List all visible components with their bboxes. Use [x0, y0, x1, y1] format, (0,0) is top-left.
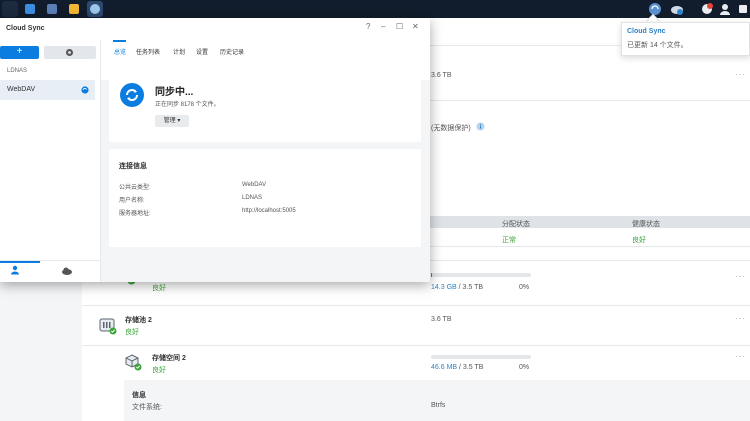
- filesystem-value: Btrfs: [431, 402, 446, 409]
- volume-1-usage: 14.3 GB / 3.5 TB: [431, 284, 484, 291]
- sidebar: + LDNAS WebDAV: [0, 40, 101, 282]
- filesystem-label: 文件系统:: [132, 404, 162, 411]
- cloud-tab-icon[interactable]: [61, 266, 73, 275]
- health-status-value: 良好: [632, 237, 646, 244]
- gear-icon: [66, 49, 73, 56]
- minimize-button[interactable]: –: [381, 22, 385, 31]
- volume-1-usage-bar: [431, 273, 531, 277]
- manage-button[interactable]: 管理 ▾: [155, 115, 189, 127]
- volume-icon: [124, 353, 142, 373]
- server-address-value: http://localhost:5005: [242, 208, 296, 214]
- storage-pool-icon: [99, 317, 117, 337]
- cloud-type-label: 公共云类型:: [119, 185, 151, 191]
- cloud-sync-window: Cloud Sync ? – ☐ ✕ + LDNAS WebDAV 总览 任务列…: [0, 18, 430, 282]
- volume-2-usage-bar: [431, 355, 531, 359]
- tab-overview[interactable]: 总览: [114, 47, 126, 56]
- username-label: 用户名称:: [119, 198, 145, 204]
- taskbar-app-icon[interactable]: [2, 1, 18, 17]
- volume-2-name[interactable]: 存储空间 2: [152, 353, 186, 363]
- total-capacity: 3.6 TB: [431, 72, 452, 79]
- tab-schedule[interactable]: 计划: [173, 47, 185, 56]
- file-station-icon[interactable]: [22, 1, 38, 17]
- chat-icon[interactable]: [700, 2, 714, 16]
- allocation-status-header: 分配状态: [502, 221, 530, 228]
- settings-button[interactable]: [44, 46, 96, 59]
- volume-1-status: 良好: [152, 285, 166, 292]
- cloud-sync-tray-icon[interactable]: [648, 2, 662, 16]
- sync-status-card: 同步中... 正在同步 8178 个文件。 管理 ▾: [109, 69, 421, 142]
- user-tab-icon[interactable]: [10, 265, 20, 275]
- pool-2-name[interactable]: 存储池 2: [125, 315, 152, 325]
- add-connection-button[interactable]: +: [0, 46, 39, 59]
- volume-1-percent: 0%: [519, 284, 530, 291]
- connection-info-title: 连接信息: [119, 163, 147, 170]
- close-button[interactable]: ✕: [412, 22, 419, 31]
- cloud-status-icon[interactable]: [670, 2, 684, 16]
- pool-2-status: 良好: [125, 329, 139, 336]
- tab-settings[interactable]: 设置: [196, 47, 208, 56]
- package-center-icon[interactable]: [44, 1, 60, 17]
- sidebar-item-label: WebDAV: [7, 86, 36, 93]
- volume-2-status: 良好: [152, 367, 166, 374]
- table-header: [430, 216, 750, 228]
- user-icon[interactable]: [718, 2, 732, 16]
- pool-2-more-icon[interactable]: ···: [735, 314, 746, 323]
- volume-2-percent: 0%: [519, 364, 530, 371]
- main-content: 总览 任务列表 计划 设置 历史记录 同步中... 正在同步 8178 个文件。…: [101, 40, 430, 282]
- tab-indicator: [0, 261, 40, 263]
- tab-history[interactable]: 历史记录: [220, 47, 244, 56]
- health-status-header: 健康状态: [632, 221, 660, 228]
- notification-message: 已更新 14 个文件。: [627, 42, 688, 49]
- username-value: LDNAS: [242, 195, 263, 201]
- cloud-type-value: WebDAV: [242, 182, 267, 188]
- folder-icon[interactable]: [66, 1, 82, 17]
- options-icon[interactable]: [736, 2, 750, 16]
- volume-1-more-icon[interactable]: ···: [735, 272, 746, 281]
- volume-2-usage: 46.6 MB / 3.5 TB: [431, 364, 484, 371]
- more-options-icon[interactable]: ···: [735, 70, 746, 79]
- help-button[interactable]: ?: [366, 22, 370, 31]
- taskbar: [0, 0, 750, 18]
- info-icon[interactable]: [476, 122, 485, 133]
- maximize-button[interactable]: ☐: [396, 22, 403, 31]
- info-title: 信息: [132, 392, 146, 399]
- sidebar-item-webdav[interactable]: WebDAV: [0, 80, 95, 100]
- active-tab-indicator: [113, 40, 126, 42]
- protection-note: (无数据保护): [431, 125, 471, 132]
- sync-status-icon: [81, 86, 89, 94]
- cloud-sync-taskbar-icon[interactable]: [87, 1, 103, 17]
- sidebar-section-ldnas: LDNAS: [7, 68, 28, 74]
- info-section: [124, 380, 750, 421]
- notification-popup[interactable]: Cloud Sync 已更新 14 个文件。: [621, 22, 750, 56]
- connection-info-card: 连接信息 公共云类型: WebDAV 用户名称: LDNAS 服务器地址: ht…: [109, 149, 421, 247]
- syncing-icon: [120, 83, 144, 107]
- tab-task-list[interactable]: 任务列表: [136, 47, 160, 56]
- pool-2-capacity: 3.6 TB: [431, 316, 452, 323]
- notification-title: Cloud Sync: [627, 28, 666, 35]
- allocation-status-value: 正常: [502, 237, 516, 244]
- volume-2-more-icon[interactable]: ···: [735, 352, 746, 361]
- server-address-label: 服务器地址:: [119, 211, 151, 217]
- sync-status-title: 同步中...: [155, 87, 194, 98]
- sync-status-detail: 正在同步 8178 个文件。: [155, 102, 220, 108]
- window-title: Cloud Sync: [6, 25, 45, 32]
